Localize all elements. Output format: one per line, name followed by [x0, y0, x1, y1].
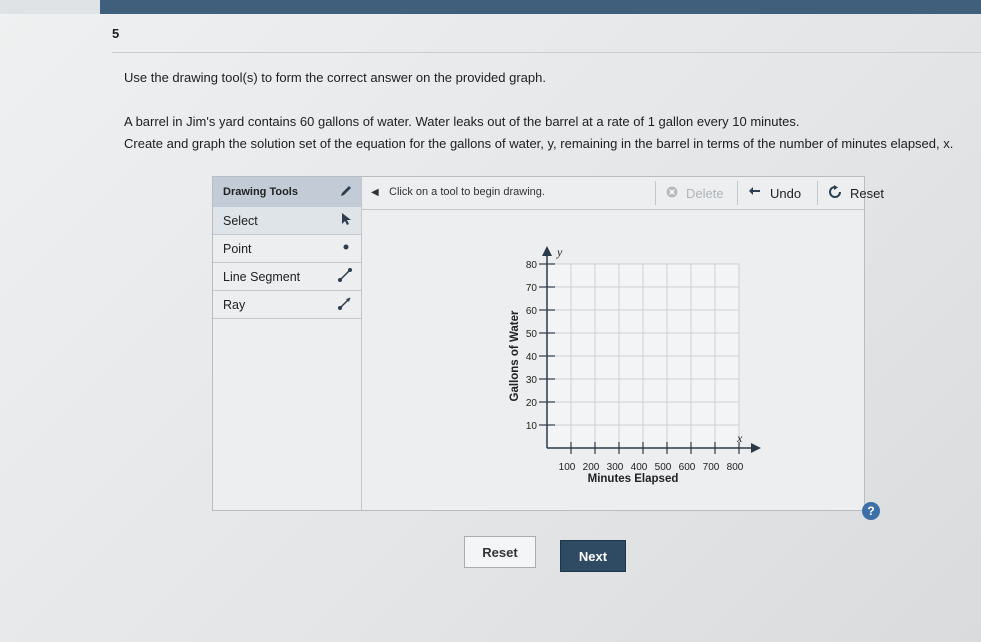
point-icon: [339, 240, 353, 257]
x-tick-label: 400: [631, 462, 648, 473]
tool-point-label: Point: [223, 241, 252, 256]
tool-select[interactable]: Select: [213, 207, 361, 235]
question-number: 5: [112, 26, 120, 41]
delete-label: Delete: [686, 185, 724, 201]
toolbar: ◀ Click on a tool to begin drawing. Dele…: [361, 177, 884, 210]
x-tick-label: 100: [559, 462, 576, 473]
y-tick-label: 80: [526, 260, 538, 271]
ray-icon: [337, 295, 353, 314]
x-tick-label: 800: [727, 462, 744, 473]
y-tick-label: 30: [526, 375, 538, 386]
x-axis-arrow: [751, 443, 761, 453]
reset-button[interactable]: Reset: [464, 536, 536, 568]
x-tick-label: 600: [679, 462, 696, 473]
coordinate-graph[interactable]: y x Minutes Elapsed Gallons of Water 100…: [492, 236, 762, 490]
tool-ray[interactable]: Ray: [213, 291, 361, 319]
y-tick-label: 70: [526, 283, 538, 294]
x-tick-label: 200: [583, 462, 600, 473]
x-axis-letter: x: [736, 431, 743, 445]
pencil-icon: [339, 184, 353, 201]
y-axis-letter: y: [556, 245, 563, 259]
pointer-icon: [339, 212, 353, 229]
line-segment-icon: [337, 267, 353, 286]
tools-header: Drawing Tools: [213, 177, 361, 207]
y-axis-label: Gallons of Water: [509, 310, 521, 401]
tool-point[interactable]: Point: [213, 235, 361, 263]
top-bar-left: [0, 0, 100, 14]
y-tick-label: 10: [526, 421, 538, 432]
y-tick-label: 50: [526, 329, 538, 340]
toolbar-hint: Click on a tool to begin drawing.: [389, 186, 545, 198]
collapse-arrow-icon[interactable]: ◀: [371, 187, 379, 198]
y-tick-label: 60: [526, 306, 538, 317]
toolbar-reset-button[interactable]: Reset: [817, 181, 897, 205]
reset-icon: [828, 184, 842, 202]
x-tick-label: 500: [655, 462, 672, 473]
tools-header-label: Drawing Tools: [223, 186, 298, 198]
top-bar: [0, 0, 981, 14]
y-tick-label: 40: [526, 352, 538, 363]
grid: [546, 263, 740, 449]
scenario-text: A barrel in Jim's yard contains 60 gallo…: [124, 114, 800, 129]
next-button[interactable]: Next: [560, 540, 626, 572]
task-text: Create and graph the solution set of the…: [124, 136, 954, 151]
tool-ray-label: Ray: [223, 297, 246, 312]
delete-icon: [666, 186, 678, 201]
undo-icon: [748, 186, 762, 201]
x-tick-label: 700: [703, 462, 720, 473]
tool-select-label: Select: [223, 213, 258, 228]
y-axis-arrow: [542, 246, 552, 256]
divider: [112, 52, 981, 53]
undo-label: Undo: [770, 185, 802, 201]
delete-button[interactable]: Delete: [655, 181, 737, 205]
y-tick-label: 20: [526, 398, 538, 409]
tool-line-segment[interactable]: Line Segment: [213, 263, 361, 291]
help-icon[interactable]: ?: [862, 502, 880, 520]
toolbar-reset-label: Reset: [850, 185, 884, 201]
instruction-text: Use the drawing tool(s) to form the corr…: [124, 70, 546, 85]
tool-line-segment-label: Line Segment: [223, 269, 301, 284]
x-tick-label: 300: [607, 462, 624, 473]
undo-button[interactable]: Undo: [737, 181, 817, 205]
x-axis-label: Minutes Elapsed: [588, 473, 679, 485]
tool-sidebar: Drawing Tools Select Point Line Segment …: [213, 177, 362, 510]
